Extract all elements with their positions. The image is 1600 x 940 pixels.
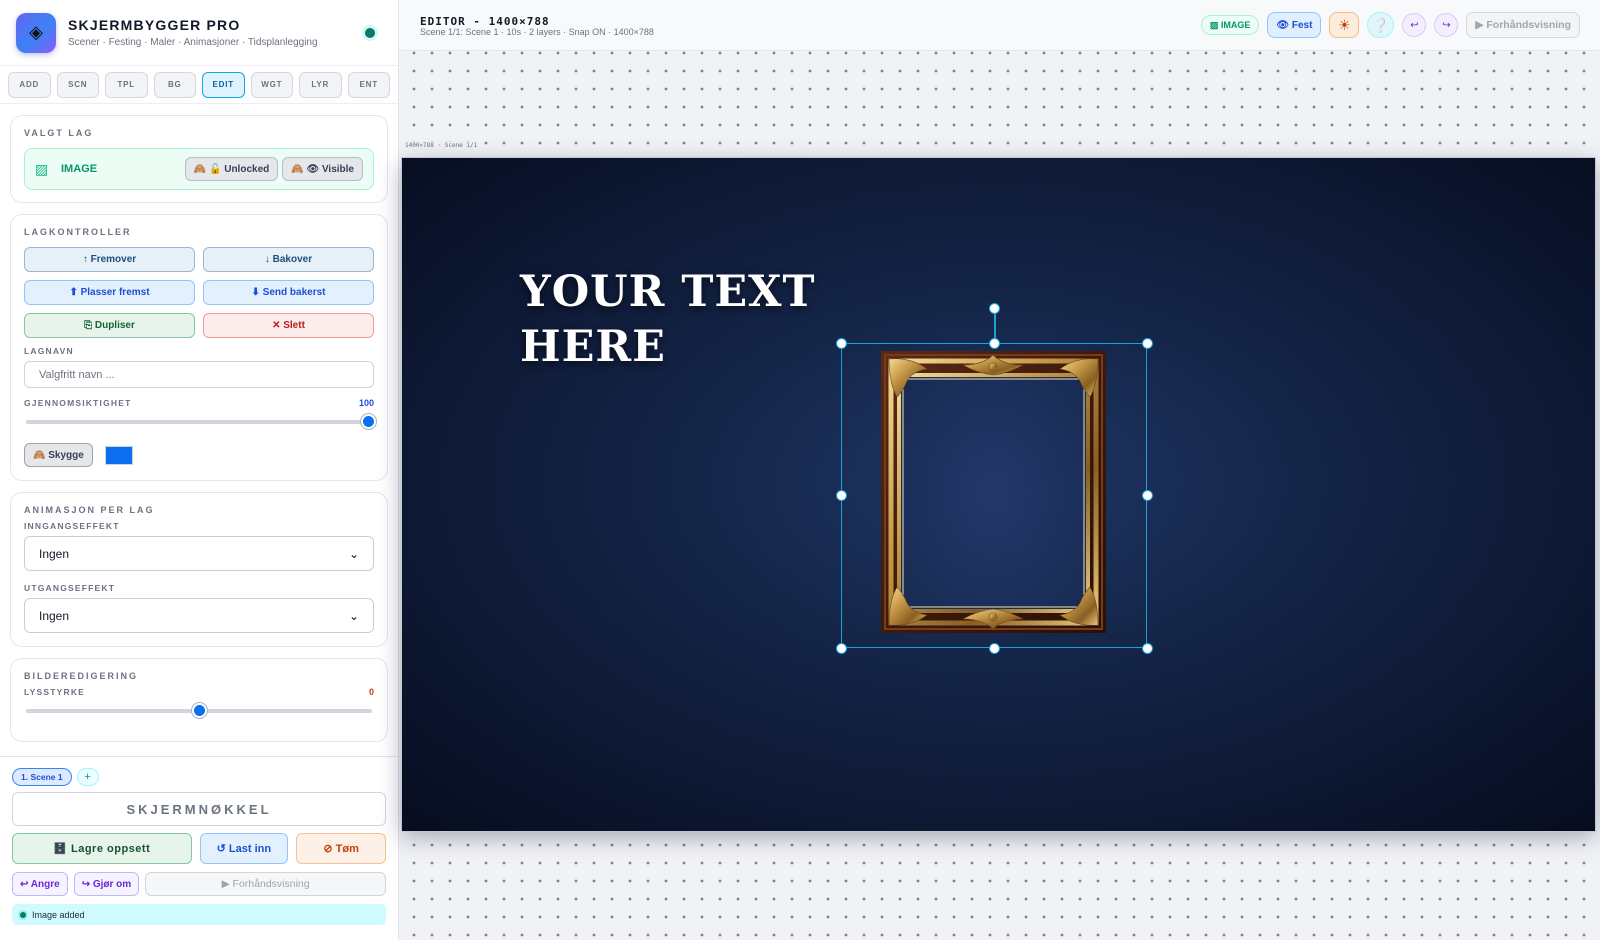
tab-scenes[interactable]: SCN bbox=[56, 71, 99, 98]
editor-subtitle: Scene 1/1: Scene 1 · 10s · 2 layers · Sn… bbox=[420, 27, 654, 37]
app-subtitle: Scener · Festing · Maler · Animasjoner ·… bbox=[68, 37, 318, 48]
status-text: Image added bbox=[32, 909, 85, 920]
text-layer-line-1: YOUR TEXT bbox=[520, 267, 816, 317]
brightness-label: LYSSTYRKE 0 bbox=[24, 687, 374, 697]
image-icon: ▨ bbox=[35, 160, 49, 177]
lock-toggle-button[interactable]: 🙈 🔓 Unlocked bbox=[184, 157, 279, 181]
tab-entities[interactable]: ENT bbox=[347, 71, 390, 98]
tab-add[interactable]: ADD bbox=[8, 71, 51, 98]
image-edit-heading: BILDEREDIGERING bbox=[24, 671, 139, 681]
tab-edit[interactable]: EDIT bbox=[202, 71, 245, 98]
redo-icon[interactable]: ↪ bbox=[1434, 13, 1459, 37]
tab-background[interactable]: BG bbox=[153, 71, 196, 98]
app-title: SKJERMBYGGER PRO bbox=[68, 17, 241, 33]
opacity-label: GJENNOMSIKTIGHET 100 bbox=[24, 398, 374, 408]
chevron-down-icon: ⌄ bbox=[348, 546, 359, 561]
move-forward-button[interactable]: ↑ Fremover bbox=[24, 247, 195, 272]
stage-canvas[interactable]: YOUR TEXT HERE bbox=[401, 157, 1596, 832]
image-edit-card: BILDEREDIGERING LYSSTYRKE 0 bbox=[10, 658, 388, 742]
exit-effect-label-text: UTGANGSEFFEKT bbox=[24, 583, 116, 593]
resize-handle-top-right[interactable] bbox=[1142, 338, 1153, 349]
animation-heading: ANIMASJON PER LAG bbox=[24, 505, 155, 515]
text-layer-line-2: HERE bbox=[520, 322, 666, 372]
opacity-slider-thumb[interactable] bbox=[361, 414, 376, 429]
help-icon[interactable]: ❔ bbox=[1367, 12, 1395, 38]
editor-area: EDITOR - 1400×788 Scene 1/1: Scene 1 · 1… bbox=[399, 0, 1600, 940]
entry-effect-label-text: INNGANGSEFFEKT bbox=[24, 521, 120, 531]
scene-chip-1[interactable]: 1. Scene 1 bbox=[12, 768, 72, 786]
layer-controls-card: LAGKONTROLLER ↑ Fremover ↓ Bakover ⬆ Pla… bbox=[10, 214, 388, 481]
exit-effect-select[interactable]: Ingen ⌄ bbox=[24, 598, 374, 633]
pin-button[interactable]: 👁 Fest bbox=[1267, 12, 1322, 38]
tab-layers[interactable]: LYR bbox=[299, 71, 342, 98]
opacity-value: 100 bbox=[358, 398, 374, 408]
exit-effect-value: Ingen bbox=[39, 608, 70, 623]
brand-header: ◈ SKJERMBYGGER PRO Scener · Festing · Ma… bbox=[0, 0, 398, 66]
sidebar-tabs: ADD SCN TPL BG EDIT WGT LYR ENT bbox=[0, 66, 398, 104]
layer-name-input[interactable]: Valgfritt navn ... bbox=[24, 361, 374, 388]
resize-handle-right[interactable] bbox=[1142, 490, 1153, 501]
resize-handle-bottom-right[interactable] bbox=[1142, 643, 1153, 654]
editor-topbar: EDITOR - 1400×788 Scene 1/1: Scene 1 · 1… bbox=[399, 0, 1600, 51]
resize-handle-top[interactable] bbox=[989, 338, 1000, 349]
layer-name-label-text: LAGNAVN bbox=[24, 346, 74, 356]
undo-icon[interactable]: ↩ bbox=[1402, 13, 1427, 37]
resize-handle-bottom[interactable] bbox=[989, 643, 1000, 654]
connection-status-dot bbox=[365, 28, 375, 38]
screen-key-button[interactable]: SKJERMNØKKEL bbox=[12, 792, 386, 826]
resize-handle-left[interactable] bbox=[836, 490, 847, 501]
shadow-color-swatch[interactable] bbox=[104, 445, 133, 465]
canvas-caption: 1400×788 · Scene 1/1 bbox=[403, 142, 480, 149]
text-layer[interactable]: YOUR TEXT HERE bbox=[520, 265, 816, 375]
brightness-value: 0 bbox=[368, 687, 374, 697]
status-dot-icon bbox=[20, 911, 26, 918]
send-to-back-button[interactable]: ⬇ Send bakerst bbox=[203, 280, 374, 305]
preview-button[interactable]: ▶ Forhåndsvisning bbox=[145, 872, 386, 896]
selection-box bbox=[841, 343, 1147, 648]
add-scene-button[interactable]: + bbox=[76, 768, 99, 786]
exit-effect-label: UTGANGSEFFEKT bbox=[24, 583, 374, 593]
brightness-label-text: LYSSTYRKE bbox=[24, 687, 86, 697]
resize-handle-bottom-left[interactable] bbox=[836, 643, 847, 654]
selected-layer-heading: VALGT LAG bbox=[24, 128, 94, 138]
layer-name-label: LAGNAVN bbox=[24, 346, 374, 356]
edit-panel[interactable]: VALGT LAG ▨ IMAGE 🙈 🔓 Unlocked 🙈 👁 Visib… bbox=[0, 105, 398, 756]
load-button[interactable]: ↺ Last inn bbox=[199, 833, 289, 864]
selected-layer-type: IMAGE bbox=[61, 163, 98, 175]
entry-effect-value: Ingen bbox=[39, 546, 70, 561]
chevron-down-icon: ⌄ bbox=[348, 608, 359, 623]
redo-button[interactable]: ↪ Gjør om bbox=[73, 872, 140, 896]
delete-button[interactable]: ✕ Slett bbox=[203, 313, 374, 338]
opacity-slider[interactable] bbox=[24, 413, 376, 431]
undo-button[interactable]: ↩ Angre bbox=[12, 872, 68, 896]
sidebar: ◈ SKJERMBYGGER PRO Scener · Festing · Ma… bbox=[0, 0, 399, 940]
selected-layer-card: VALGT LAG ▨ IMAGE 🙈 🔓 Unlocked 🙈 👁 Visib… bbox=[10, 115, 388, 203]
bring-to-front-button[interactable]: ⬆ Plasser fremst bbox=[24, 280, 195, 305]
layer-controls-heading: LAGKONTROLLER bbox=[24, 227, 132, 237]
layer-type-badge: ▨ IMAGE bbox=[1200, 15, 1260, 35]
brightness-slider-thumb[interactable] bbox=[192, 703, 207, 718]
opacity-slider-track bbox=[26, 420, 372, 424]
rotation-handle[interactable] bbox=[989, 303, 1000, 314]
duplicate-button[interactable]: ⎘ Dupliser bbox=[24, 313, 195, 338]
sun-icon[interactable]: ☀ bbox=[1329, 12, 1360, 38]
shadow-toggle-button[interactable]: 🙈 Skygge bbox=[24, 443, 93, 467]
app-logo-icon: ◈ bbox=[16, 12, 56, 53]
entry-effect-label: INNGANGSEFFEKT bbox=[24, 521, 374, 531]
brightness-slider[interactable] bbox=[24, 702, 374, 720]
selected-layer-row: ▨ IMAGE 🙈 🔓 Unlocked 🙈 👁 Visible bbox=[24, 148, 374, 190]
bottom-dock: 1. Scene 1 + SKJERMNØKKEL 🗄️ Lagre oppse… bbox=[0, 756, 398, 940]
topbar-preview-button[interactable]: ▶ Forhåndsvisning bbox=[1466, 12, 1580, 38]
opacity-label-text: GJENNOMSIKTIGHET bbox=[24, 398, 132, 408]
visibility-toggle-button[interactable]: 🙈 👁 Visible bbox=[282, 157, 363, 181]
entry-effect-select[interactable]: Ingen ⌄ bbox=[24, 536, 374, 571]
tab-widgets[interactable]: WGT bbox=[250, 71, 293, 98]
animation-card: ANIMASJON PER LAG INNGANGSEFFEKT Ingen ⌄… bbox=[10, 492, 388, 647]
resize-handle-top-left[interactable] bbox=[836, 338, 847, 349]
move-backward-button[interactable]: ↓ Bakover bbox=[203, 247, 374, 272]
status-bar: Image added bbox=[12, 904, 386, 925]
clear-button[interactable]: ⊘ Tøm bbox=[296, 833, 386, 864]
save-layout-button[interactable]: 🗄️ Lagre oppsett bbox=[12, 833, 192, 864]
tab-templates[interactable]: TPL bbox=[105, 71, 148, 98]
